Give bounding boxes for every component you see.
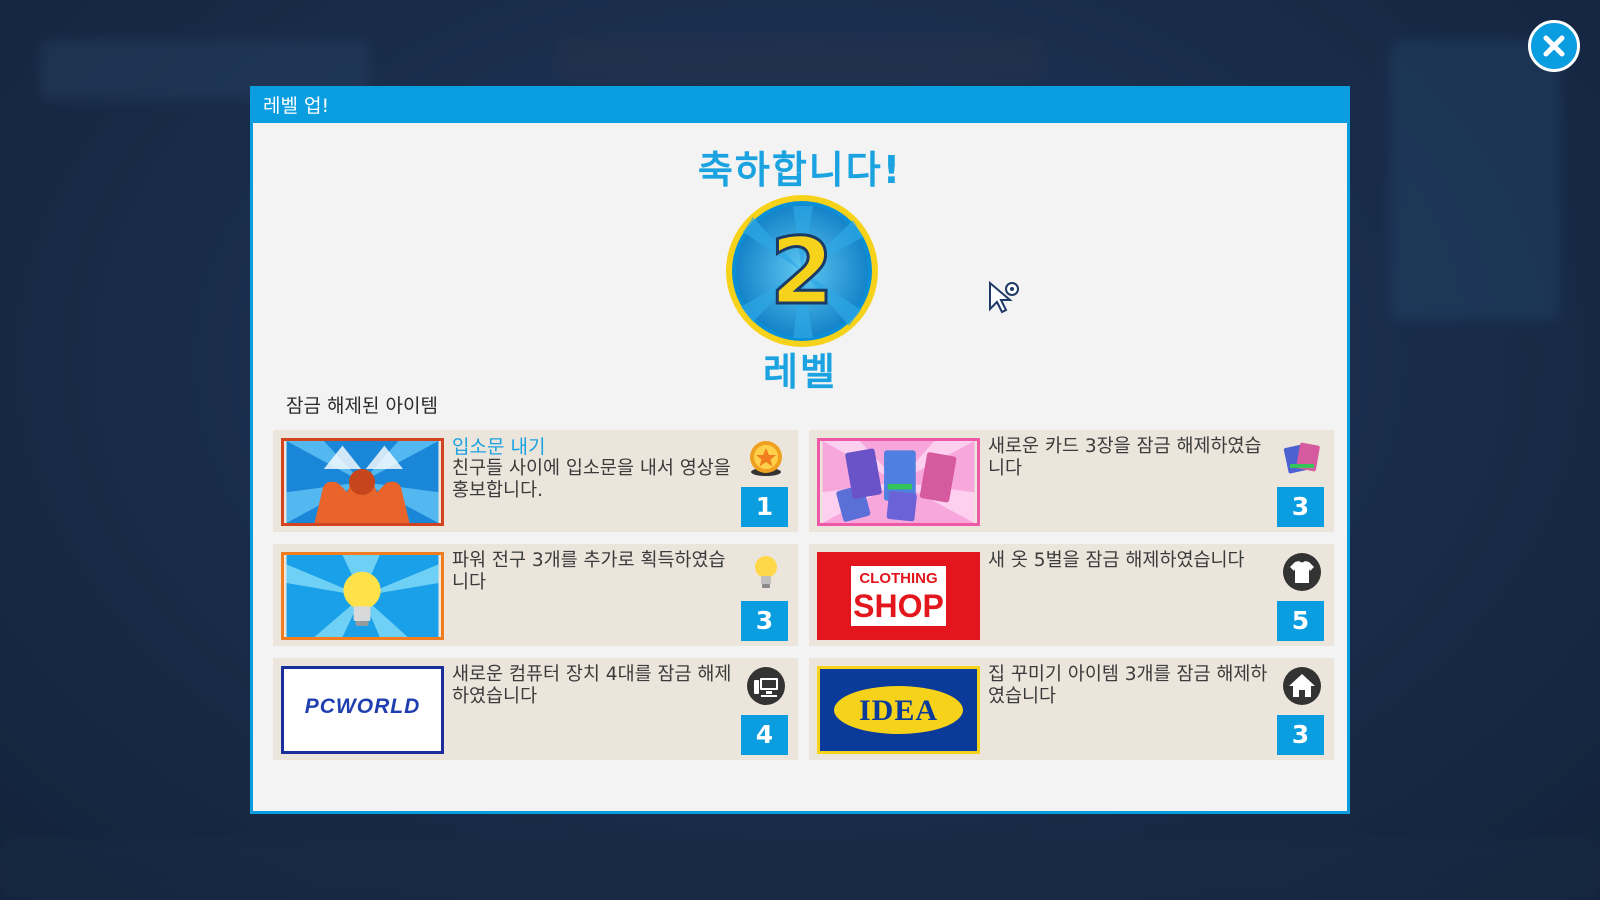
computer-icon bbox=[747, 667, 785, 705]
congrats-title: 축하합니다! bbox=[697, 148, 903, 192]
item-text: 집 꾸미기 아이템 3개를 잠금 해제하였습니다 bbox=[988, 664, 1278, 708]
unlocked-item-card: IDEA 집 꾸미기 아이템 3개를 잠금 해제하였습니다 3 bbox=[809, 658, 1334, 760]
cards-icon bbox=[1283, 442, 1320, 474]
item-text: 입소문 내기 친구들 사이에 입소문을 내서 영상을 홍보합니다. bbox=[452, 436, 742, 502]
item-count: 3 bbox=[1277, 715, 1324, 755]
clothing-logo-line2: SHOP bbox=[853, 588, 944, 624]
close-button[interactable] bbox=[1528, 20, 1580, 72]
unlocked-item-card: CLOTHING SHOP 새 옷 5벌을 잠금 해제하였습니다 5 bbox=[809, 544, 1334, 646]
item-count: 5 bbox=[1277, 601, 1324, 641]
item-description: 새로운 카드 3장을 잠금 해제하였습니다 bbox=[988, 436, 1262, 479]
item-description: 집 꾸미기 아이템 3개를 잠금 해제하였습니다 bbox=[988, 664, 1268, 707]
item-description: 친구들 사이에 입소문을 내서 영상을 홍보합니다. bbox=[452, 458, 731, 501]
level-number: 2 bbox=[770, 218, 834, 325]
cursor-icon bbox=[989, 280, 1019, 314]
item-text: 파워 전구 3개를 추가로 획득하였습니다 bbox=[452, 550, 742, 594]
item-description: 새 옷 5벌을 잠금 해제하였습니다 bbox=[988, 550, 1245, 571]
viral-promo-image bbox=[281, 438, 444, 526]
pcworld-logo-text: PCWORLD bbox=[304, 695, 421, 718]
cards-image bbox=[817, 438, 980, 526]
close-icon bbox=[1543, 35, 1565, 57]
item-description: 파워 전구 3개를 추가로 획득하였습니다 bbox=[452, 550, 726, 593]
item-description: 새로운 컴퓨터 장치 4대를 잠금 해제하였습니다 bbox=[452, 664, 732, 707]
idea-logo: IDEA bbox=[817, 666, 980, 754]
level-label: 레벨 bbox=[763, 350, 837, 394]
unlocked-item-card: 새로운 카드 3장을 잠금 해제하였습니다 3 bbox=[809, 430, 1334, 532]
pcworld-logo: PCWORLD bbox=[281, 666, 444, 754]
unlocked-item-card: 파워 전구 3개를 추가로 획득하였습니다 3 bbox=[273, 544, 798, 646]
item-count: 3 bbox=[1277, 487, 1324, 527]
shirt-icon bbox=[1283, 553, 1321, 591]
item-title: 입소문 내기 bbox=[452, 436, 546, 458]
unlocked-item-card: PCWORLD 새로운 컴퓨터 장치 4대를 잠금 해제하였습니다 4 bbox=[273, 658, 798, 760]
item-text: 새 옷 5벌을 잠금 해제하였습니다 bbox=[988, 550, 1278, 572]
item-count: 4 bbox=[741, 715, 788, 755]
medal-icon bbox=[750, 441, 782, 476]
lightbulb-image bbox=[281, 552, 444, 640]
item-text: 새로운 카드 3장을 잠금 해제하였습니다 bbox=[988, 436, 1278, 480]
item-count: 3 bbox=[741, 601, 788, 641]
unlocked-items-title: 잠금 해제된 아이템 bbox=[286, 395, 438, 417]
level-badge: 2 bbox=[726, 195, 878, 347]
lightbulb-icon bbox=[755, 556, 777, 588]
item-text: 새로운 컴퓨터 장치 4대를 잠금 해제하였습니다 bbox=[452, 664, 742, 708]
unlocked-item-card: 입소문 내기 친구들 사이에 입소문을 내서 영상을 홍보합니다. 1 bbox=[273, 430, 798, 532]
house-icon bbox=[1283, 667, 1321, 705]
idea-logo-text: IDEA bbox=[858, 694, 938, 727]
clothing-shop-logo: CLOTHING SHOP bbox=[817, 552, 980, 640]
clothing-logo-line1: CLOTHING bbox=[859, 570, 938, 587]
dialog-header: 레벨 업! bbox=[253, 89, 1347, 123]
item-count: 1 bbox=[741, 487, 788, 527]
level-up-dialog: 레벨 업! 축하합니다! 2 레벨 잠금 해제된 아이템 입소문 내기 친구들 … bbox=[250, 86, 1350, 814]
